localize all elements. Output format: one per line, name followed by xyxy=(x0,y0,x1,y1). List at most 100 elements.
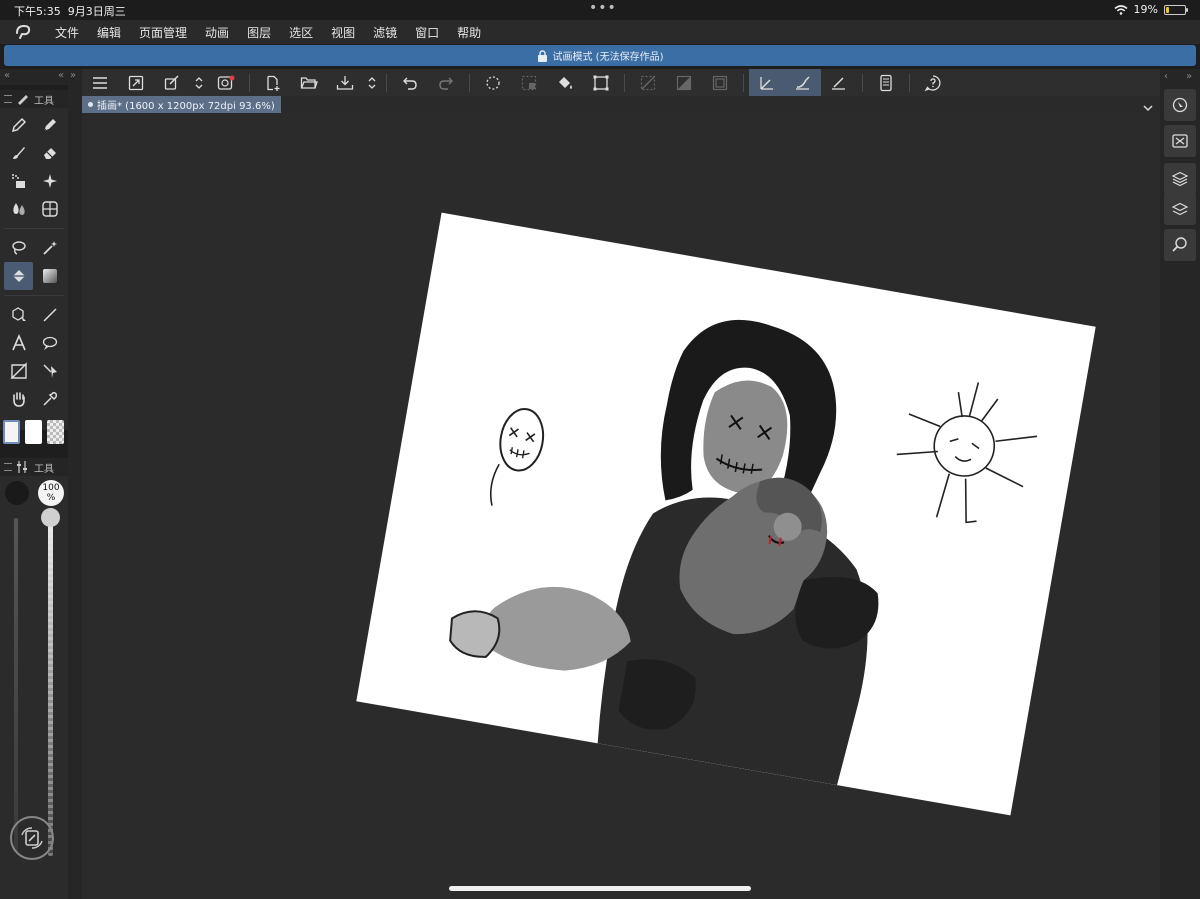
layer-panel-button[interactable] xyxy=(1164,193,1196,225)
blend-tool[interactable] xyxy=(4,195,33,223)
invert-selection-button[interactable] xyxy=(666,69,702,96)
transform-button[interactable] xyxy=(583,69,619,96)
companion-mode-button[interactable] xyxy=(208,69,244,96)
clear-outside-selection-button[interactable] xyxy=(511,69,547,96)
rotate-reset-button[interactable] xyxy=(10,816,54,860)
menu-window[interactable]: 窗口 xyxy=(406,24,448,41)
fullscreen-button[interactable] xyxy=(118,69,154,96)
fill-bucket-icon xyxy=(559,76,572,89)
save-button[interactable] xyxy=(327,69,363,96)
ruler-tool[interactable] xyxy=(4,357,33,385)
clear-button[interactable] xyxy=(475,69,511,96)
menu-filter[interactable]: 滤镜 xyxy=(364,24,406,41)
brush-tool[interactable] xyxy=(4,139,33,167)
pen-tab-icon xyxy=(18,95,28,105)
home-indicator[interactable] xyxy=(449,886,751,891)
snap-to-ruler-button[interactable] xyxy=(749,69,785,96)
toolbar-separator xyxy=(386,73,387,92)
menu-help[interactable]: 帮助 xyxy=(448,24,490,41)
menu-edit[interactable]: 编辑 xyxy=(88,24,130,41)
illustration-artwork xyxy=(449,319,1038,786)
panel-grip-icon[interactable] xyxy=(4,95,12,103)
menu-page-management[interactable]: 页面管理 xyxy=(130,24,196,41)
status-right: 19% xyxy=(1114,3,1188,16)
snap-to-special-ruler-button[interactable] xyxy=(785,69,821,96)
expand-right-icon[interactable]: » xyxy=(1186,71,1192,82)
clip-studio-logo-icon[interactable] xyxy=(0,24,46,40)
open-file-button[interactable] xyxy=(291,69,327,96)
brush-size-slider[interactable] xyxy=(14,518,18,853)
invert-selection-icon xyxy=(676,75,692,90)
help-button[interactable] xyxy=(915,69,951,96)
object-cube-icon xyxy=(11,307,26,321)
opacity-unit: % xyxy=(46,493,56,503)
deselect-icon xyxy=(640,75,656,90)
brush-size-preview[interactable] xyxy=(5,481,29,505)
layers-icon xyxy=(1171,202,1189,216)
mesh-transform-tool[interactable] xyxy=(35,195,64,223)
correct-line-tool[interactable] xyxy=(35,357,64,385)
menu-animation[interactable]: 动画 xyxy=(196,24,238,41)
decoration-tool[interactable] xyxy=(35,167,64,195)
expand-right-icon[interactable]: » xyxy=(70,70,76,81)
collapse-right-icon[interactable]: ‹ xyxy=(1164,71,1168,82)
redo-icon xyxy=(439,77,453,90)
layer-property-panel-button[interactable] xyxy=(1164,163,1196,195)
undo-button[interactable] xyxy=(392,69,428,96)
smartphone-connect-button[interactable] xyxy=(868,69,904,96)
gradient-tool[interactable] xyxy=(35,262,64,290)
hand-icon xyxy=(12,392,25,407)
multitask-dots-icon[interactable]: ••• xyxy=(589,0,617,16)
hamburger-menu-button[interactable] xyxy=(82,69,118,96)
document-tab[interactable]: 插画* (1600 x 1200px 72dpi 93.6%) xyxy=(82,96,281,113)
menu-layer[interactable]: 图层 xyxy=(238,24,280,41)
drawing-canvas[interactable] xyxy=(356,212,1096,816)
redo-button[interactable] xyxy=(428,69,464,96)
sub-color-swatch[interactable] xyxy=(25,420,42,444)
sub-tool-panel-button[interactable] xyxy=(1164,125,1196,157)
quick-access-switch[interactable] xyxy=(190,69,208,96)
menu-selection[interactable]: 选区 xyxy=(280,24,322,41)
magic-wand-tool[interactable] xyxy=(35,234,64,262)
eraser-tool[interactable] xyxy=(35,139,64,167)
pencil-tool[interactable] xyxy=(35,111,64,139)
object-tool[interactable] xyxy=(4,301,33,329)
tool-panel-header[interactable]: 工具 xyxy=(0,90,68,108)
navigator-panel-button[interactable] xyxy=(1164,89,1196,121)
pen-tool[interactable] xyxy=(4,111,33,139)
collapse-left-inner-icon[interactable]: « xyxy=(58,70,64,81)
deselect-button[interactable] xyxy=(630,69,666,96)
snap-grid-icon xyxy=(832,76,845,90)
opacity-badge[interactable]: 100 % xyxy=(38,480,64,506)
menu-file[interactable]: 文件 xyxy=(46,24,88,41)
opacity-value: 100 xyxy=(42,483,60,493)
canvas-area[interactable] xyxy=(82,113,1160,899)
text-tool[interactable] xyxy=(4,329,33,357)
fill-tool[interactable] xyxy=(4,262,33,290)
eyedropper-tool[interactable] xyxy=(35,385,64,413)
brush-panel-header[interactable]: 工具 xyxy=(0,458,68,476)
new-file-button[interactable] xyxy=(255,69,291,96)
trial-mode-banner[interactable]: 试画模式 (无法保存作品) xyxy=(4,45,1196,66)
balloon-tool[interactable] xyxy=(35,329,64,357)
line-tool[interactable] xyxy=(35,301,64,329)
opacity-slider[interactable] xyxy=(48,516,53,856)
expand-icon xyxy=(128,75,144,90)
quick-access-button[interactable] xyxy=(154,69,190,96)
quick-access-icon xyxy=(164,74,179,90)
opacity-slider-handle[interactable] xyxy=(41,508,60,527)
main-color-swatch[interactable] xyxy=(3,420,20,444)
transparent-color-swatch[interactable] xyxy=(47,420,64,444)
fill-selection-button[interactable] xyxy=(547,69,583,96)
search-layer-button[interactable] xyxy=(1164,229,1196,261)
hand-tool[interactable] xyxy=(4,385,33,413)
menu-view[interactable]: 视图 xyxy=(322,24,364,41)
show-selection-area-button[interactable] xyxy=(702,69,738,96)
airbrush-tool[interactable] xyxy=(4,167,33,195)
save-switch[interactable] xyxy=(363,69,381,96)
collapse-left-icon[interactable]: « xyxy=(4,70,10,81)
snap-ruler-icon xyxy=(760,76,773,90)
snap-to-grid-button[interactable] xyxy=(821,69,857,96)
panel-grip-icon[interactable] xyxy=(4,463,12,471)
lasso-tool[interactable] xyxy=(4,234,33,262)
